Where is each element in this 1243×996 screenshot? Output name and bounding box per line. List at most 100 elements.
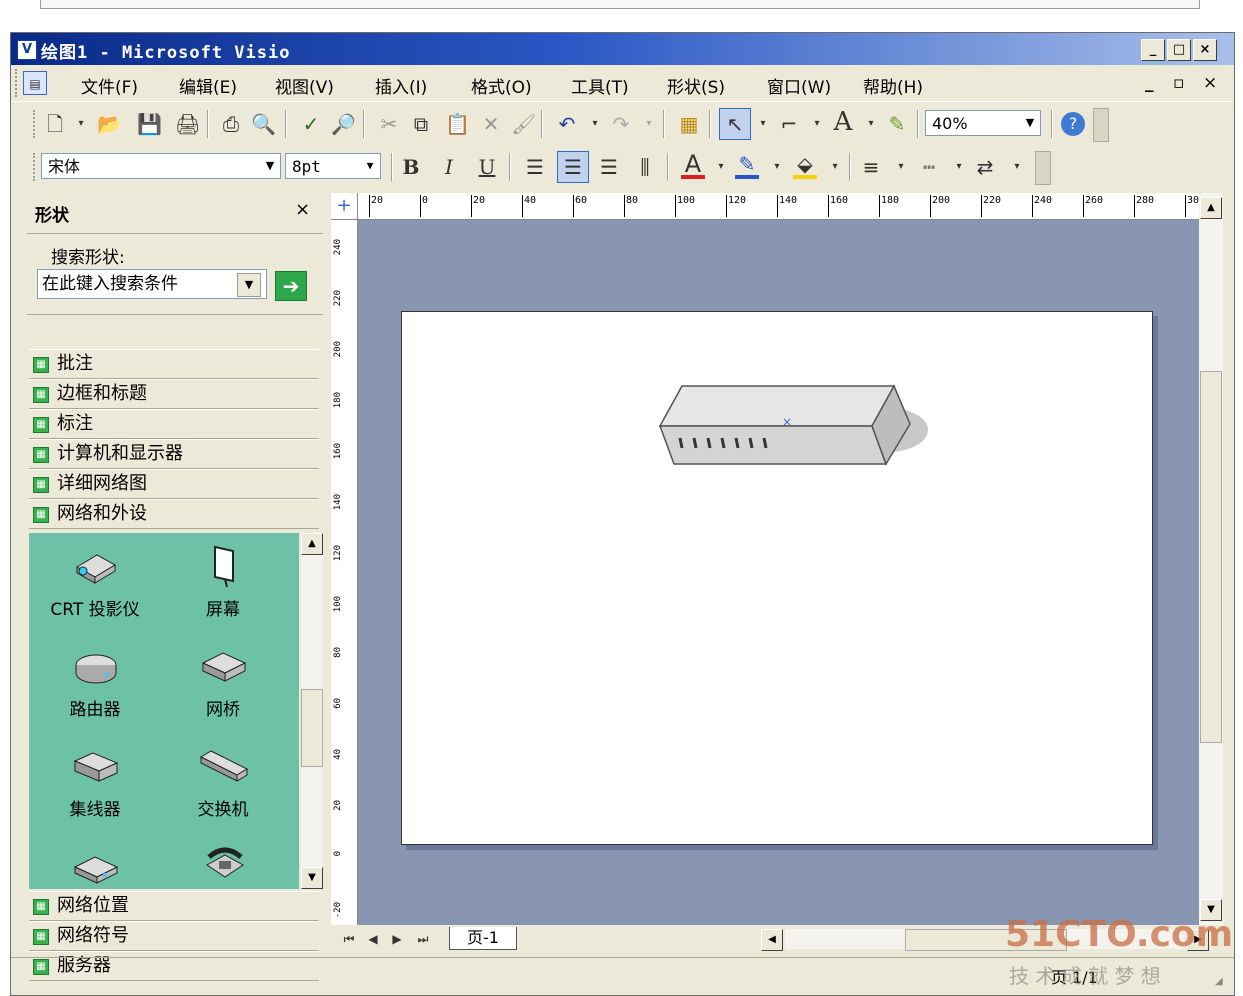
- align-center-icon[interactable]: ☰: [557, 151, 589, 183]
- scroll-down-icon[interactable]: ▼: [301, 867, 323, 889]
- format-painter-icon[interactable]: 🖌: [511, 112, 536, 136]
- scroll-thumb[interactable]: [301, 689, 323, 767]
- font-color-dropdown-icon[interactable]: ▾: [709, 155, 733, 179]
- paste-icon[interactable]: 📋: [445, 112, 470, 136]
- pointer-tool-icon[interactable]: ↖: [719, 108, 751, 140]
- shape-master[interactable]: 集线器: [35, 739, 155, 829]
- toolbar-options-icon[interactable]: [1093, 108, 1109, 142]
- chevron-down-icon[interactable]: ▼: [1022, 113, 1038, 133]
- save-icon[interactable]: 💾: [137, 112, 162, 136]
- shape-master[interactable]: [35, 839, 155, 889]
- stencil-item[interactable]: ▦ 边框和标题: [29, 379, 319, 409]
- line-ends-icon[interactable]: ⇄: [973, 155, 997, 179]
- line-color-dropdown-icon[interactable]: ▾: [765, 155, 789, 179]
- doc-close-button[interactable]: ×: [1203, 73, 1217, 93]
- fill-color-dropdown-icon[interactable]: ▾: [823, 155, 847, 179]
- delete-icon[interactable]: ✕: [479, 112, 503, 136]
- close-icon[interactable]: ×: [295, 199, 310, 220]
- permission-icon[interactable]: 🖨: [175, 112, 200, 136]
- toolbar-options-icon[interactable]: [1035, 151, 1051, 185]
- chevron-down-icon[interactable]: ▼: [262, 156, 278, 176]
- stencil-item[interactable]: ▦ 网络位置: [29, 891, 319, 921]
- last-page-icon[interactable]: ⏭: [411, 927, 435, 951]
- print-icon[interactable]: ⎙: [219, 112, 243, 136]
- menu-tools[interactable]: 工具(T): [571, 73, 629, 98]
- redo-dropdown-icon[interactable]: ▾: [637, 112, 661, 136]
- stencil-item[interactable]: ▦ 批注: [29, 349, 319, 379]
- redo-icon[interactable]: ↷: [609, 112, 633, 136]
- font-select[interactable]: 宋体 ▼: [41, 153, 281, 179]
- shapes-window-icon[interactable]: ▦: [677, 112, 701, 136]
- stencil-item[interactable]: ▦ 网络符号: [29, 921, 319, 951]
- doc-restore-button[interactable]: ▫: [1173, 73, 1185, 93]
- new-dropdown-icon[interactable]: ▾: [69, 112, 93, 136]
- stencil-item[interactable]: ▦ 网络和外设: [29, 499, 319, 529]
- menu-grip[interactable]: [15, 69, 20, 97]
- new-icon[interactable]: 🗋: [43, 112, 67, 136]
- chevron-down-icon[interactable]: ▼: [362, 156, 378, 176]
- canvas-vertical-scrollbar[interactable]: ▲ ▼: [1199, 193, 1223, 925]
- research-icon[interactable]: 🔎: [331, 112, 356, 136]
- shape-master[interactable]: CRT 投影仪: [35, 539, 155, 629]
- text-dropdown-icon[interactable]: ▾: [859, 112, 883, 136]
- menu-view[interactable]: 视图(V): [275, 73, 334, 98]
- menu-help[interactable]: 帮助(H): [863, 73, 923, 98]
- scroll-left-icon[interactable]: ◀: [761, 929, 783, 951]
- copy-icon[interactable]: ⧉: [409, 112, 433, 136]
- scroll-thumb[interactable]: [1200, 371, 1222, 743]
- line-weight-icon[interactable]: ≡: [859, 155, 883, 179]
- document-icon[interactable]: ▤: [23, 71, 47, 95]
- scroll-up-icon[interactable]: ▲: [1200, 197, 1222, 219]
- shape-master[interactable]: 屏幕: [163, 539, 283, 629]
- vertical-text-icon[interactable]: ⫼: [633, 155, 657, 179]
- cut-icon[interactable]: ✂: [377, 112, 401, 136]
- menu-format[interactable]: 格式(O): [471, 73, 532, 98]
- stencil-item[interactable]: ▦ 详细网络图: [29, 469, 319, 499]
- menu-edit[interactable]: 编辑(E): [179, 73, 237, 98]
- toolbar-grip[interactable]: [33, 153, 38, 181]
- shape-master[interactable]: 网桥: [163, 639, 283, 729]
- next-page-icon[interactable]: ▶: [385, 927, 409, 951]
- menu-shapes[interactable]: 形状(S): [667, 73, 725, 98]
- menu-window[interactable]: 窗口(W): [767, 73, 831, 98]
- shape-master[interactable]: 路由器: [35, 639, 155, 729]
- line-ends-dropdown-icon[interactable]: ▾: [1005, 155, 1029, 179]
- menu-file[interactable]: 文件(F): [81, 73, 138, 98]
- bold-button[interactable]: B: [399, 155, 423, 179]
- underline-button[interactable]: U: [475, 155, 499, 179]
- pointer-dropdown-icon[interactable]: ▾: [751, 112, 775, 136]
- shape-master[interactable]: 交换机: [163, 739, 283, 829]
- help-icon[interactable]: ?: [1061, 112, 1085, 136]
- scroll-up-icon[interactable]: ▲: [301, 533, 323, 555]
- align-right-icon[interactable]: ☰: [597, 155, 621, 179]
- shape-master[interactable]: [163, 839, 283, 889]
- line-weight-dropdown-icon[interactable]: ▾: [889, 155, 913, 179]
- zoom-select[interactable]: 40% ▼: [925, 110, 1041, 136]
- spelling-icon[interactable]: ✓: [299, 112, 323, 136]
- open-icon[interactable]: 📂: [97, 112, 122, 136]
- menu-insert[interactable]: 插入(I): [375, 73, 427, 98]
- previous-page-icon[interactable]: ◀: [361, 927, 385, 951]
- search-input[interactable]: 在此键入搜索条件: [37, 269, 267, 299]
- font-size-select[interactable]: 8pt ▼: [285, 153, 381, 179]
- close-button[interactable]: ×: [1193, 39, 1217, 61]
- font-color-icon[interactable]: A: [681, 152, 705, 179]
- print-preview-icon[interactable]: 🔍: [251, 112, 276, 136]
- connector-dropdown-icon[interactable]: ▾: [805, 112, 829, 136]
- stencil-scrollbar[interactable]: ▲ ▼: [301, 533, 323, 889]
- stencil-item[interactable]: ▦ 标注: [29, 409, 319, 439]
- chevron-down-icon[interactable]: ▼: [237, 273, 261, 297]
- first-page-icon[interactable]: ⏮: [337, 927, 361, 951]
- undo-icon[interactable]: ↶: [555, 112, 579, 136]
- toolbar-grip[interactable]: [33, 110, 38, 138]
- tab-page-1[interactable]: 页-1: [449, 927, 517, 950]
- undo-dropdown-icon[interactable]: ▾: [583, 112, 607, 136]
- minimize-button[interactable]: _: [1141, 39, 1165, 61]
- doc-minimize-button[interactable]: _: [1145, 73, 1154, 93]
- drawing-tools-icon[interactable]: ✎: [885, 112, 909, 136]
- fill-color-icon[interactable]: ⬙: [793, 153, 817, 179]
- ruler-origin-icon[interactable]: +: [331, 193, 358, 220]
- maximize-button[interactable]: □: [1167, 39, 1191, 61]
- drawing-page[interactable]: ×: [401, 311, 1153, 845]
- italic-button[interactable]: I: [437, 155, 461, 179]
